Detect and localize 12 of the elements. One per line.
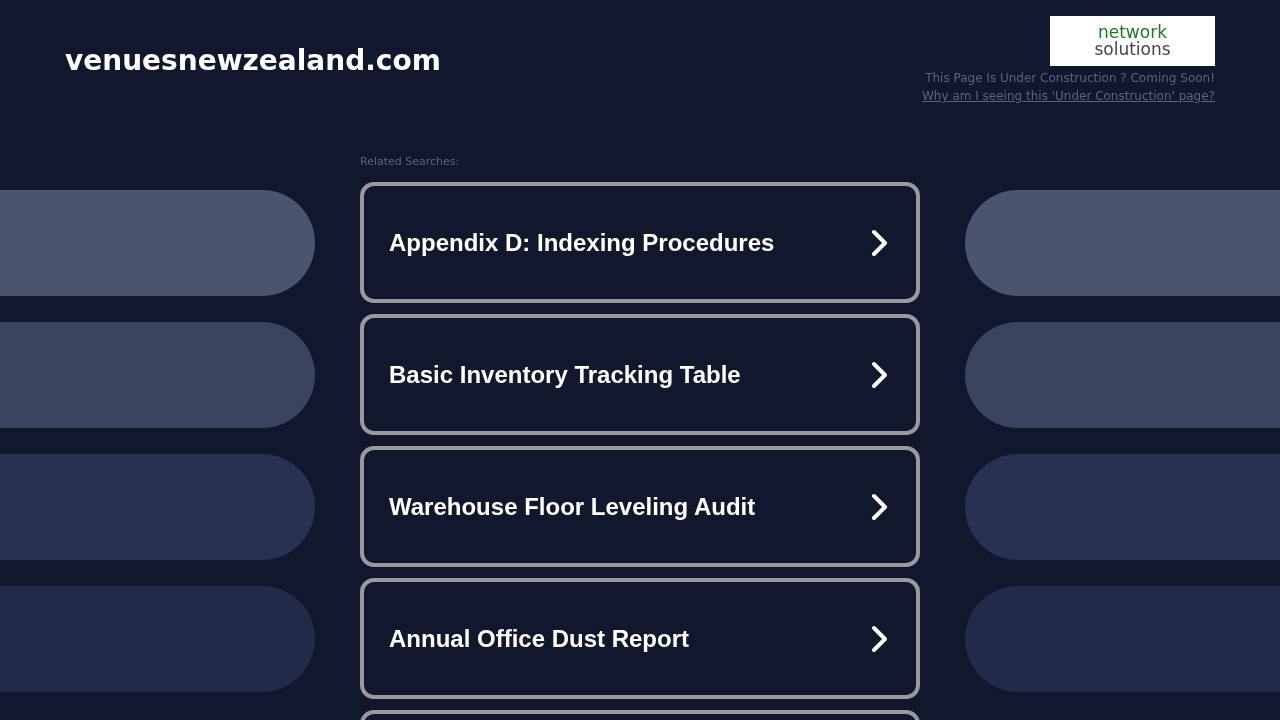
search-link[interactable]: Basic Inventory Tracking Table [360, 314, 920, 435]
chevron-right-icon [870, 491, 890, 522]
search-link[interactable]: Warehouse Floor Leveling Audit [360, 446, 920, 567]
network-solutions-logo[interactable]: network solutions [1050, 16, 1215, 66]
notice-text: This Page Is Under Construction ? Coming Soon! [925, 71, 1215, 85]
search-link[interactable]: Appendix D: Indexing Procedures [360, 182, 920, 303]
chevron-right-icon [870, 623, 890, 654]
chevron-right-icon [870, 227, 890, 258]
search-link[interactable]: Annual Office Dust Report [360, 578, 920, 699]
chevron-right-icon [870, 359, 890, 390]
related-label: Related Searches: [360, 155, 460, 168]
site-title: venuesnewzealand.com [65, 44, 441, 79]
